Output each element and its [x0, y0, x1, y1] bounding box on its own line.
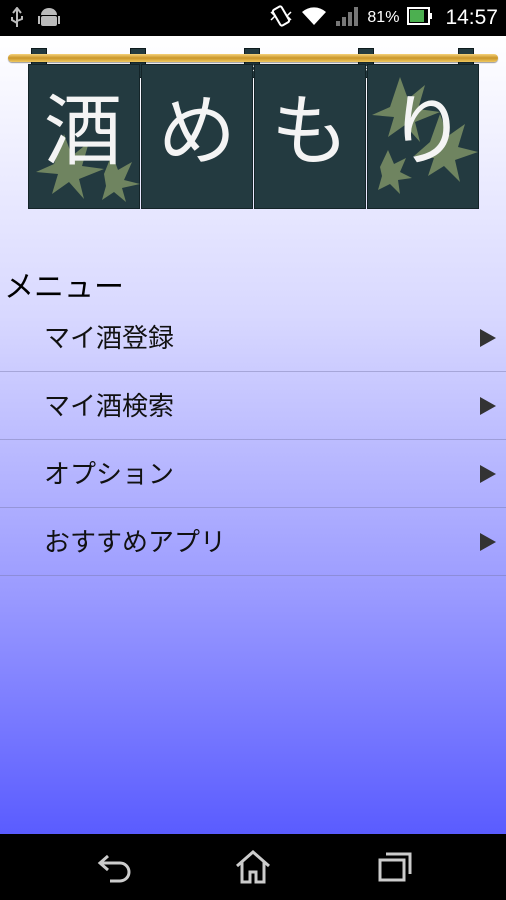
app-content: ✕ ✕ ✕ ✕ ✕ 酒 め も り メニュー マイ酒登録 マイ酒検索	[0, 36, 506, 834]
usb-icon	[10, 6, 24, 34]
menu-list: マイ酒登録 マイ酒検索 オプション おすすめアプリ	[0, 304, 506, 576]
banner-kanji: 酒	[44, 87, 123, 177]
banner-kanji: め	[158, 87, 237, 177]
recent-apps-icon[interactable]	[374, 848, 414, 886]
menu-item-label: オプション	[44, 460, 175, 490]
menu-item-recommended-apps[interactable]: おすすめアプリ	[0, 508, 506, 576]
chevron-right-icon	[480, 397, 496, 415]
menu-item-label: おすすめアプリ	[44, 528, 227, 558]
menu-item-options[interactable]: オプション	[0, 440, 506, 508]
android-icon	[38, 6, 60, 35]
noren-banner: ✕ ✕ ✕ ✕ ✕ 酒 め も り	[8, 44, 498, 214]
menu-item-label: マイ酒登録	[44, 324, 175, 354]
back-icon[interactable]	[94, 848, 134, 886]
vibrate-icon	[269, 4, 293, 33]
banner-rod	[8, 54, 498, 62]
home-icon[interactable]	[233, 848, 273, 886]
signal-icon	[335, 5, 359, 32]
navigation-bar	[0, 834, 506, 900]
menu-item-register[interactable]: マイ酒登録	[0, 304, 506, 372]
banner-kanji: も	[271, 87, 350, 177]
chevron-right-icon	[480, 329, 496, 347]
battery-percent: 81%	[367, 9, 400, 26]
status-bar: 81% 14:57	[0, 0, 506, 36]
menu-heading: メニュー	[4, 270, 124, 305]
battery-icon	[407, 6, 433, 31]
chevron-right-icon	[480, 465, 496, 483]
clock: 14:57	[445, 6, 498, 29]
menu-item-search[interactable]: マイ酒検索	[0, 372, 506, 440]
banner-kanji: り	[388, 87, 467, 177]
chevron-right-icon	[480, 533, 496, 551]
menu-item-label: マイ酒検索	[44, 392, 175, 422]
status-left	[10, 6, 60, 35]
wifi-icon	[301, 5, 327, 32]
status-right: 81% 14:57	[269, 0, 498, 36]
